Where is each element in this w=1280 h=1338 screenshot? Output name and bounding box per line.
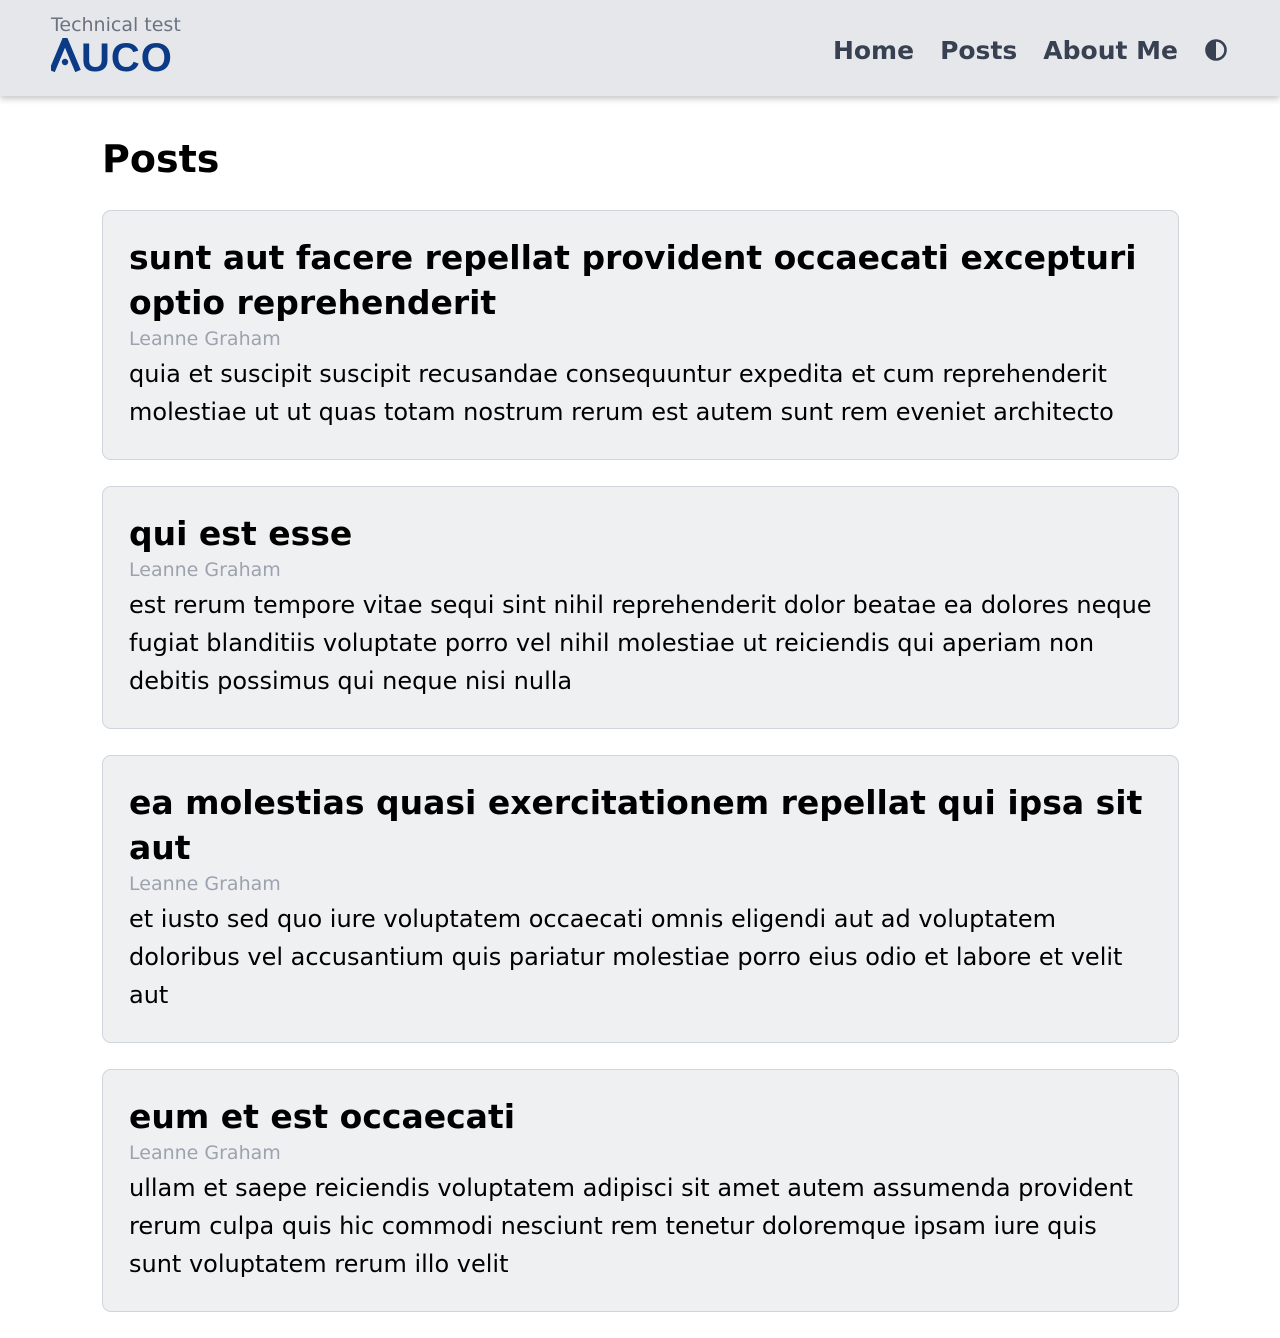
half-circle-contrast-icon — [1205, 39, 1227, 61]
post-author: Leanne Graham — [129, 559, 281, 581]
post-title: qui est esse — [129, 514, 353, 553]
brand[interactable]: Technical test UCO — [51, 12, 201, 76]
post-title: ea molestias quasi exercitationem repell… — [129, 783, 1143, 867]
post-card[interactable]: eum et est occaecati Leanne Graham ullam… — [102, 1069, 1179, 1312]
nav-link-about-me[interactable]: About Me — [1043, 36, 1178, 65]
page-title: Posts — [102, 137, 220, 181]
post-body: et iusto sed quo iure voluptatem occaeca… — [129, 905, 1123, 1009]
auco-logo-text: UCO — [81, 38, 173, 74]
brand-tagline: Technical test — [51, 14, 181, 36]
post-body: est rerum tempore vitae sequi sint nihil… — [129, 591, 1152, 695]
post-list: sunt aut facere repellat provident occae… — [102, 210, 1179, 1338]
nav-link-posts[interactable]: Posts — [940, 36, 1017, 65]
post-author: Leanne Graham — [129, 873, 281, 895]
post-card[interactable]: ea molestias quasi exercitationem repell… — [102, 755, 1179, 1043]
theme-toggle-button[interactable] — [1204, 38, 1228, 62]
post-author: Leanne Graham — [129, 1142, 281, 1164]
post-body: ullam et saepe reiciendis voluptatem adi… — [129, 1174, 1133, 1278]
auco-logo: UCO — [51, 38, 173, 74]
post-title: eum et est occaecati — [129, 1097, 516, 1136]
top-navbar: Technical test UCO Home Posts About Me — [0, 0, 1280, 96]
post-card[interactable]: sunt aut facere repellat provident occae… — [102, 210, 1179, 460]
post-title: sunt aut facere repellat provident occae… — [129, 238, 1137, 322]
post-author: Leanne Graham — [129, 328, 281, 350]
nav-link-home[interactable]: Home — [833, 36, 914, 65]
post-body: quia et suscipit suscipit recusandae con… — [129, 360, 1114, 426]
post-card[interactable]: qui est esse Leanne Graham est rerum tem… — [102, 486, 1179, 729]
main-nav: Home Posts About Me — [807, 0, 1178, 100]
